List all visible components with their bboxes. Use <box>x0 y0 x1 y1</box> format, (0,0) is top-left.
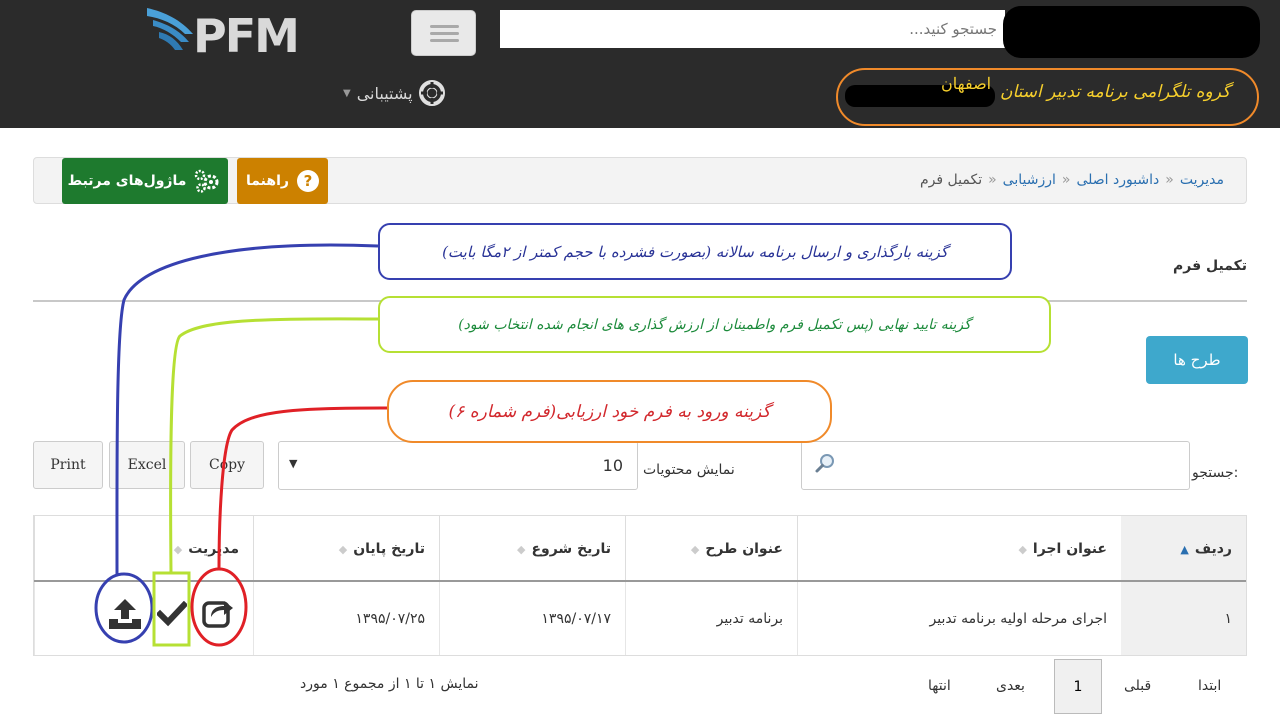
column-header-row-number[interactable]: ردیف ▲ <box>1121 516 1246 582</box>
breadcrumb: مدیریت « داشبورد اصلی « ارزشیابی « تکمیل… <box>920 172 1224 188</box>
page-length-value: 10 <box>602 456 623 475</box>
related-modules-button[interactable]: ماژول‌های مرتبط <box>62 158 228 204</box>
pagination-next[interactable]: بعدی <box>996 678 1025 694</box>
plans-button[interactable]: طرح ها <box>1146 336 1248 384</box>
annotation-upload-note: گزینه بارگذاری و ارسال برنامه سالانه (بص… <box>378 223 1012 280</box>
final-approve-button[interactable] <box>155 592 188 636</box>
chevron-down-icon: ▼ <box>343 87 351 99</box>
related-modules-label: ماژول‌های مرتبط <box>67 173 187 189</box>
table-search-label: جستجو: <box>1192 465 1239 481</box>
search-icon <box>815 454 834 473</box>
column-header-label: مدیریت <box>188 541 239 557</box>
pagination-last[interactable]: انتها <box>928 678 951 694</box>
svg-text:PFM: PFM <box>193 9 298 58</box>
print-button[interactable]: Print <box>33 441 103 489</box>
top-navbar: PFM پشتیبانی ▼ گروه تلگرامی برنامه تدبیر… <box>0 0 1280 128</box>
global-search-input[interactable] <box>500 10 1005 48</box>
cell-plan-title: برنامه تدبیر <box>625 582 797 655</box>
column-header-label: تاریخ شروع <box>531 541 611 557</box>
telegram-city-text: اصفهان <box>941 74 992 93</box>
page-title: تکمیل فرم <box>1172 258 1247 274</box>
page-length-select[interactable]: 10 ▼ <box>278 441 638 490</box>
pfm-logo[interactable]: PFM <box>145 0 315 63</box>
upload-plan-button[interactable] <box>103 592 147 636</box>
excel-button[interactable]: Excel <box>109 441 185 489</box>
breadcrumb-separator: « <box>1061 172 1071 188</box>
enter-form-button[interactable] <box>198 590 238 634</box>
column-header-end-date[interactable]: تاریخ پایان ◆ <box>253 516 439 582</box>
column-header-management[interactable]: مدیریت ◆ <box>34 516 253 582</box>
cell-end-date: ۱۳۹۵/۰۷/۲۵ <box>253 582 439 655</box>
sort-icon: ◆ <box>338 542 348 556</box>
column-header-exec-title[interactable]: عنوان اجرا ◆ <box>797 516 1121 582</box>
pagination-first[interactable]: ابتدا <box>1198 678 1221 694</box>
cell-start-date: ۱۳۹۵/۰۷/۱۷ <box>439 582 625 655</box>
help-button-label: راهنما <box>246 173 289 189</box>
cell-row-number: ۱ <box>1121 582 1246 655</box>
upload-icon <box>109 599 141 629</box>
lifebuoy-icon <box>418 80 445 106</box>
question-circle-icon: ? <box>296 170 319 192</box>
sort-icon: ◆ <box>690 542 700 556</box>
column-header-label: تاریخ پایان <box>353 541 425 557</box>
support-menu[interactable]: پشتیبانی ▼ <box>343 78 445 108</box>
table-search-input[interactable] <box>801 441 1190 490</box>
sort-icon: ◆ <box>516 542 526 556</box>
gears-icon <box>195 169 219 193</box>
dropdown-arrow-icon: ▼ <box>289 457 298 470</box>
breadcrumb-item-management[interactable]: مدیریت <box>1180 172 1224 188</box>
redacted-area <box>1003 6 1260 58</box>
breadcrumb-separator: « <box>1165 172 1174 188</box>
help-button[interactable]: ? راهنما <box>237 158 328 204</box>
annotation-enter-form-note: گزینه ورود به فرم خود ارزیابی(فرم شماره … <box>387 380 832 443</box>
column-header-plan-title[interactable]: عنوان طرح ◆ <box>625 516 797 582</box>
column-header-start-date[interactable]: تاریخ شروع ◆ <box>439 516 625 582</box>
sort-icon: ◆ <box>173 542 183 556</box>
column-header-label: عنوان طرح <box>705 541 783 557</box>
page-length-label: نمایش محتویات <box>643 462 735 478</box>
data-table: ردیف ▲ عنوان اجرا ◆ عنوان طرح ◆ تاریخ شروع ◆… <box>33 515 1247 656</box>
logo-wing-icon: PFM <box>147 8 300 63</box>
annotation-confirm-note: گزینه تایید نهایی (پس تکمیل فرم واطمینان… <box>378 296 1051 353</box>
share-arrow-icon <box>202 601 233 628</box>
pagination-previous[interactable]: قبلی <box>1124 678 1151 694</box>
breadcrumb-item-dashboard[interactable]: داشبورد اصلی <box>1076 172 1159 188</box>
column-header-label: ردیف <box>1194 541 1232 557</box>
breadcrumb-item-evaluation[interactable]: ارزشیابی <box>1003 172 1056 188</box>
column-header-label: عنوان اجرا <box>1032 541 1107 557</box>
pagination-current-page[interactable]: 1 <box>1054 659 1102 714</box>
checkmark-icon <box>156 601 187 627</box>
telegram-group-text: گروه تلگرامی برنامه تدبیر استان <box>1000 82 1231 102</box>
pagination-info: نمایش ۱ تا ۱ از مجموع ۱ مورد <box>300 676 479 692</box>
breadcrumb-separator: « <box>988 172 997 188</box>
hamburger-menu-button[interactable] <box>411 10 476 56</box>
sort-asc-icon: ▲ <box>1180 542 1189 556</box>
support-label: پشتیبانی <box>356 83 413 103</box>
breadcrumb-item-current: تکمیل فرم <box>920 172 983 188</box>
copy-button[interactable]: Copy <box>190 441 264 489</box>
sort-icon: ◆ <box>1018 542 1027 556</box>
cell-exec-title: اجرای مرحله اولیه برنامه تدبیر <box>797 582 1121 655</box>
